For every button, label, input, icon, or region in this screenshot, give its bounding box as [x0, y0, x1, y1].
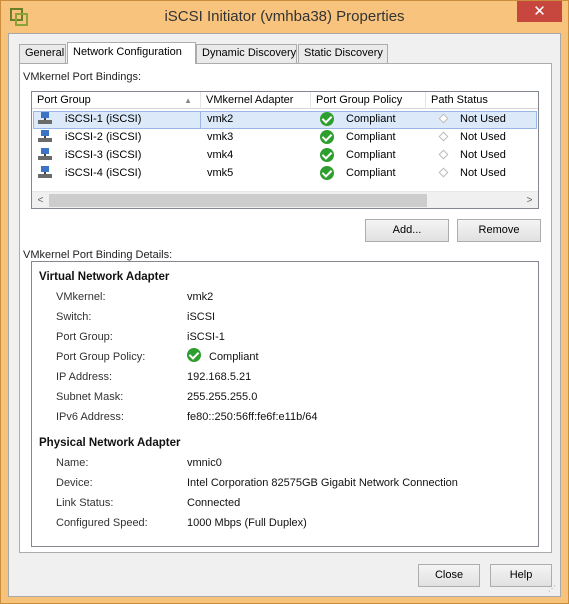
check-circle-icon	[320, 130, 334, 144]
adapter-cell: vmk3	[207, 131, 234, 143]
adapter-cell: vmk4	[207, 149, 234, 161]
table-row[interactable]: iSCSI-1 (iSCSI) vmk2 Compliant Not Used	[32, 111, 538, 129]
adapter-cell: vmk5	[207, 167, 234, 179]
detail-key: VMkernel:	[56, 291, 106, 303]
policy-cell: Compliant	[346, 113, 396, 125]
binding-details-panel: Virtual Network Adapter VMkernel: vmk2 S…	[31, 261, 539, 547]
column-vmkernel-adapter[interactable]: VMkernel Adapter	[201, 92, 311, 109]
policy-cell: Compliant	[346, 149, 396, 161]
column-path-status[interactable]: Path Status	[426, 92, 538, 109]
detail-key: Link Status:	[56, 497, 114, 509]
path-status-cell: Not Used	[460, 131, 506, 143]
check-circle-icon	[320, 112, 334, 126]
close-button[interactable]: Close	[418, 564, 480, 587]
dialog-client-area: General Network Configuration Dynamic Di…	[8, 33, 561, 597]
policy-cell: Compliant	[346, 167, 396, 179]
check-circle-icon	[320, 148, 334, 162]
detail-value: 255.255.255.0	[187, 391, 258, 403]
remove-button[interactable]: Remove	[457, 219, 541, 242]
adapter-cell: vmk2	[207, 113, 234, 125]
port-group-cell: iSCSI-1 (iSCSI)	[65, 113, 142, 125]
detail-key: Configured Speed:	[56, 517, 148, 529]
path-status-cell: Not Used	[460, 167, 506, 179]
check-circle-icon	[320, 166, 334, 180]
port-bindings-list[interactable]: Port Group ▲ VMkernel Adapter Port Group…	[31, 91, 539, 209]
network-port-icon	[38, 148, 52, 160]
detail-value: 192.168.5.21	[187, 371, 252, 383]
detail-value: 1000 Mbps (Full Duplex)	[187, 517, 307, 529]
table-row[interactable]: iSCSI-2 (iSCSI) vmk3 Compliant Not Used	[32, 129, 538, 147]
diamond-icon	[438, 167, 449, 178]
port-group-cell: iSCSI-3 (iSCSI)	[65, 149, 142, 161]
table-row[interactable]: iSCSI-4 (iSCSI) vmk5 Compliant Not Used	[32, 165, 538, 183]
dialog-window: iSCSI Initiator (vmhba38) Properties ✕ G…	[0, 0, 569, 604]
sort-ascending-icon: ▲	[184, 96, 192, 105]
title-bar[interactable]: iSCSI Initiator (vmhba38) Properties ✕	[1, 1, 568, 33]
detail-key: Port Group:	[56, 331, 113, 343]
list-header: Port Group ▲ VMkernel Adapter Port Group…	[32, 92, 538, 109]
network-port-icon	[38, 166, 52, 178]
column-port-group[interactable]: Port Group ▲	[32, 92, 201, 109]
port-bindings-label: VMkernel Port Bindings:	[23, 71, 141, 83]
virtual-adapter-heading: Virtual Network Adapter	[39, 271, 170, 283]
detail-key: Port Group Policy:	[56, 351, 146, 363]
detail-key: Name:	[56, 457, 89, 469]
tab-general[interactable]: General	[19, 44, 66, 63]
tab-static-discovery[interactable]: Static Discovery	[298, 44, 388, 63]
binding-details-label: VMkernel Port Binding Details:	[23, 249, 173, 261]
detail-value: iSCSI-1	[187, 331, 225, 343]
column-port-group-label: Port Group	[37, 94, 91, 106]
check-circle-icon	[187, 348, 201, 362]
detail-value: Connected	[187, 497, 241, 509]
detail-key: Subnet Mask:	[56, 391, 124, 403]
detail-key: Device:	[56, 477, 93, 489]
column-port-group-policy[interactable]: Port Group Policy	[311, 92, 426, 109]
detail-value: Compliant	[209, 351, 259, 363]
detail-value: Intel Corporation 82575GB Gigabit Networ…	[187, 477, 458, 489]
detail-key: Switch:	[56, 311, 92, 323]
detail-key: IPv6 Address:	[56, 411, 124, 423]
scrollbar-thumb[interactable]	[49, 194, 427, 207]
table-row[interactable]: iSCSI-3 (iSCSI) vmk4 Compliant Not Used	[32, 147, 538, 165]
detail-key: IP Address:	[56, 371, 113, 383]
path-status-cell: Not Used	[460, 149, 506, 161]
policy-cell: Compliant	[346, 131, 396, 143]
detail-value: vmnic0	[187, 457, 222, 469]
network-port-icon	[38, 130, 52, 142]
physical-adapter-heading: Physical Network Adapter	[39, 437, 181, 449]
detail-value: vmk2	[187, 291, 214, 303]
scroll-left-icon[interactable]: <	[33, 193, 48, 208]
detail-value: fe80::250:56ff:fe6f:e11b/64	[187, 411, 318, 423]
help-button[interactable]: Help	[490, 564, 552, 587]
diamond-icon	[438, 149, 449, 160]
horizontal-scrollbar[interactable]: < >	[32, 191, 538, 208]
tab-dynamic-discovery[interactable]: Dynamic Discovery	[196, 44, 297, 63]
add-button[interactable]: Add...	[365, 219, 449, 242]
resize-grip-icon[interactable]: ⋰	[548, 584, 558, 594]
path-status-cell: Not Used	[460, 113, 506, 125]
diamond-icon	[438, 131, 449, 142]
window-close-button[interactable]: ✕	[517, 1, 562, 22]
port-group-cell: iSCSI-4 (iSCSI)	[65, 167, 142, 179]
port-group-cell: iSCSI-2 (iSCSI)	[65, 131, 142, 143]
window-title: iSCSI Initiator (vmhba38) Properties	[164, 8, 405, 25]
tab-network-configuration[interactable]: Network Configuration	[67, 42, 196, 64]
network-port-icon	[38, 112, 52, 124]
scroll-right-icon[interactable]: >	[522, 193, 537, 208]
detail-value: iSCSI	[187, 311, 216, 323]
